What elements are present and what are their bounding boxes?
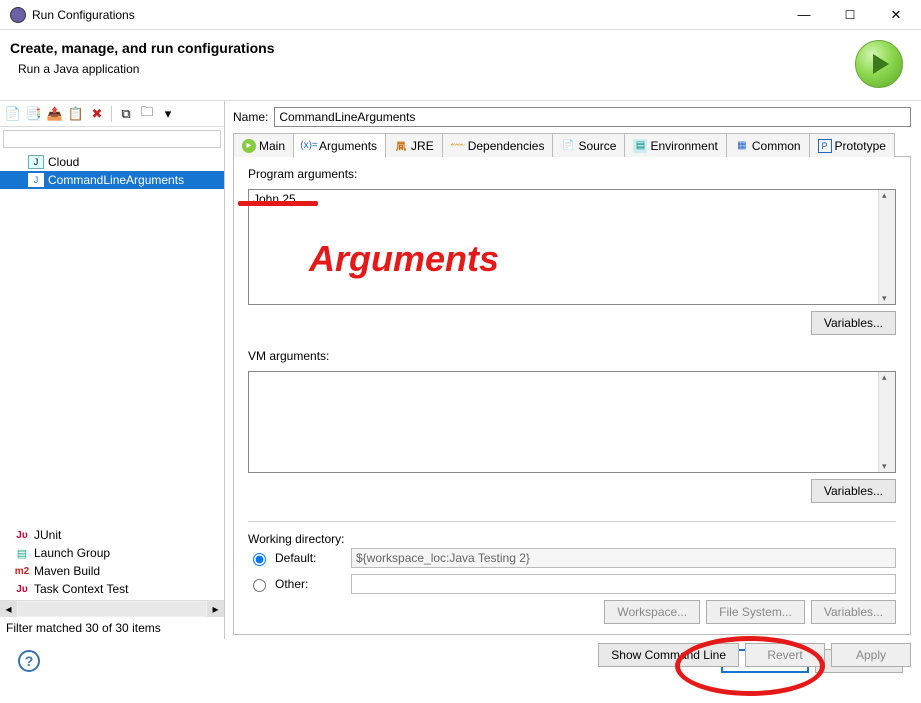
vm-args-scrollbar[interactable] (878, 372, 895, 472)
program-args-label: Program arguments: (248, 167, 896, 181)
type-label: Launch Group (34, 546, 110, 560)
tab-bar: ▸Main (x)=Arguments 凬JRE ⬳Dependencies 📄… (233, 133, 911, 157)
arguments-tab-panel: Program arguments: Variables... VM argum… (233, 157, 911, 635)
vm-args-variables-button[interactable]: Variables... (811, 479, 896, 503)
tab-jre[interactable]: 凬JRE (385, 133, 443, 157)
left-panel: 📄 📑 📤 📋 ✖ ⧉ 🗀 ▾ J Cloud J CommandLineArg… (0, 101, 225, 639)
environment-tab-icon: ▤ (633, 139, 647, 153)
new-config-icon[interactable]: 📄 (4, 105, 22, 123)
maven-icon: m2 (14, 564, 30, 578)
workdir-other-radio[interactable] (253, 579, 266, 592)
config-name-input[interactable] (274, 107, 911, 127)
tab-arguments[interactable]: (x)=Arguments (293, 133, 386, 158)
window-controls (781, 0, 919, 30)
arguments-tab-icon: (x)= (302, 139, 316, 153)
vm-args-label: VM arguments: (248, 349, 896, 363)
type-label: Maven Build (34, 564, 100, 578)
tab-prototype[interactable]: PPrototype (809, 133, 895, 157)
workdir-default-input (351, 548, 896, 568)
prototype-tab-icon: P (818, 139, 832, 153)
dependencies-tab-icon: ⬳ (451, 139, 465, 153)
tab-environment[interactable]: ▤Environment (624, 133, 726, 157)
common-tab-icon: ▦ (735, 139, 749, 153)
program-args-variables-button[interactable]: Variables... (811, 311, 896, 335)
show-command-line-button[interactable]: Show Command Line (598, 643, 739, 667)
java-app-icon: J (28, 155, 44, 169)
junit-icon: Jᴜ (14, 528, 30, 542)
annotation-arguments-text: Arguments (309, 238, 499, 280)
tab-main[interactable]: ▸Main (233, 133, 294, 157)
jre-tab-icon: 凬 (394, 139, 408, 153)
name-label: Name: (233, 110, 268, 124)
workdir-variables-button[interactable]: Variables... (811, 600, 896, 624)
tree-item-commandlinearguments[interactable]: J CommandLineArguments (0, 171, 224, 189)
config-action-bar: Show Command Line Revert Apply (233, 635, 911, 667)
type-task-context-test[interactable]: Jᴜ Task Context Test (0, 580, 224, 598)
main-tab-icon: ▸ (242, 139, 256, 153)
working-directory-group: Working directory: Default: Other: Works… (248, 521, 896, 624)
workdir-default-radio[interactable] (253, 553, 266, 566)
launch-group-icon: ▤ (14, 546, 30, 560)
dialog-header: Create, manage, and run configurations R… (0, 30, 921, 101)
close-window-button[interactable] (873, 0, 919, 30)
tab-dependencies[interactable]: ⬳Dependencies (442, 133, 554, 157)
vm-args-textarea[interactable] (249, 372, 895, 472)
minimize-button[interactable] (781, 0, 827, 30)
tab-source[interactable]: 📄Source (552, 133, 625, 157)
help-icon[interactable]: ? (18, 650, 40, 672)
new-prototype-icon[interactable]: 📑 (25, 105, 43, 123)
type-junit[interactable]: Jᴜ JUnit (0, 526, 224, 544)
dialog-subtitle: Run a Java application (18, 62, 275, 76)
tab-common[interactable]: ▦Common (726, 133, 810, 157)
expand-all-icon[interactable]: 🗀 (138, 105, 156, 123)
tree-item-label: Cloud (48, 155, 79, 169)
type-label: Task Context Test (34, 582, 129, 596)
tree-item-cloud[interactable]: J Cloud (0, 153, 224, 171)
config-editor: Name: ▸Main (x)=Arguments 凬JRE ⬳Dependen… (225, 101, 921, 639)
config-types-list: Jᴜ JUnit ▤ Launch Group m2 Maven Build J… (0, 524, 224, 600)
type-launch-group[interactable]: ▤ Launch Group (0, 544, 224, 562)
tree-item-label: CommandLineArguments (48, 173, 184, 187)
filesystem-button[interactable]: File System... (706, 600, 805, 624)
type-label: JUnit (34, 528, 61, 542)
config-tree[interactable]: J Cloud J CommandLineArguments (0, 151, 224, 524)
filter-menu-icon[interactable]: ▾ (159, 105, 177, 123)
dialog-title: Create, manage, and run configurations (10, 40, 275, 56)
junit-icon: Jᴜ (14, 582, 30, 596)
workspace-button[interactable]: Workspace... (604, 600, 700, 624)
type-maven-build[interactable]: m2 Maven Build (0, 562, 224, 580)
duplicate-icon[interactable]: 📋 (67, 105, 85, 123)
revert-button[interactable]: Revert (745, 643, 825, 667)
working-directory-label: Working directory: (248, 532, 896, 546)
workdir-default-label: Default: (275, 551, 345, 565)
window-title: Run Configurations (32, 8, 781, 22)
export-icon[interactable]: 📤 (46, 105, 64, 123)
tree-horizontal-scrollbar[interactable]: ◂▸ (0, 600, 224, 617)
java-app-icon: J (28, 173, 44, 187)
title-bar: Run Configurations (0, 0, 921, 30)
filter-input[interactable] (3, 130, 221, 148)
delete-icon[interactable]: ✖ (88, 105, 106, 123)
program-args-scrollbar[interactable] (878, 190, 895, 304)
collapse-all-icon[interactable]: ⧉ (117, 105, 135, 123)
workdir-other-input[interactable] (351, 574, 896, 594)
maximize-button[interactable] (827, 0, 873, 30)
annotation-underline (238, 201, 318, 206)
app-icon (10, 7, 26, 23)
workdir-other-label: Other: (275, 577, 345, 591)
config-toolbar: 📄 📑 📤 📋 ✖ ⧉ 🗀 ▾ (0, 101, 224, 127)
apply-button[interactable]: Apply (831, 643, 911, 667)
source-tab-icon: 📄 (561, 139, 575, 153)
run-banner-icon (855, 40, 903, 88)
filter-status: Filter matched 30 of 30 items (0, 617, 224, 639)
